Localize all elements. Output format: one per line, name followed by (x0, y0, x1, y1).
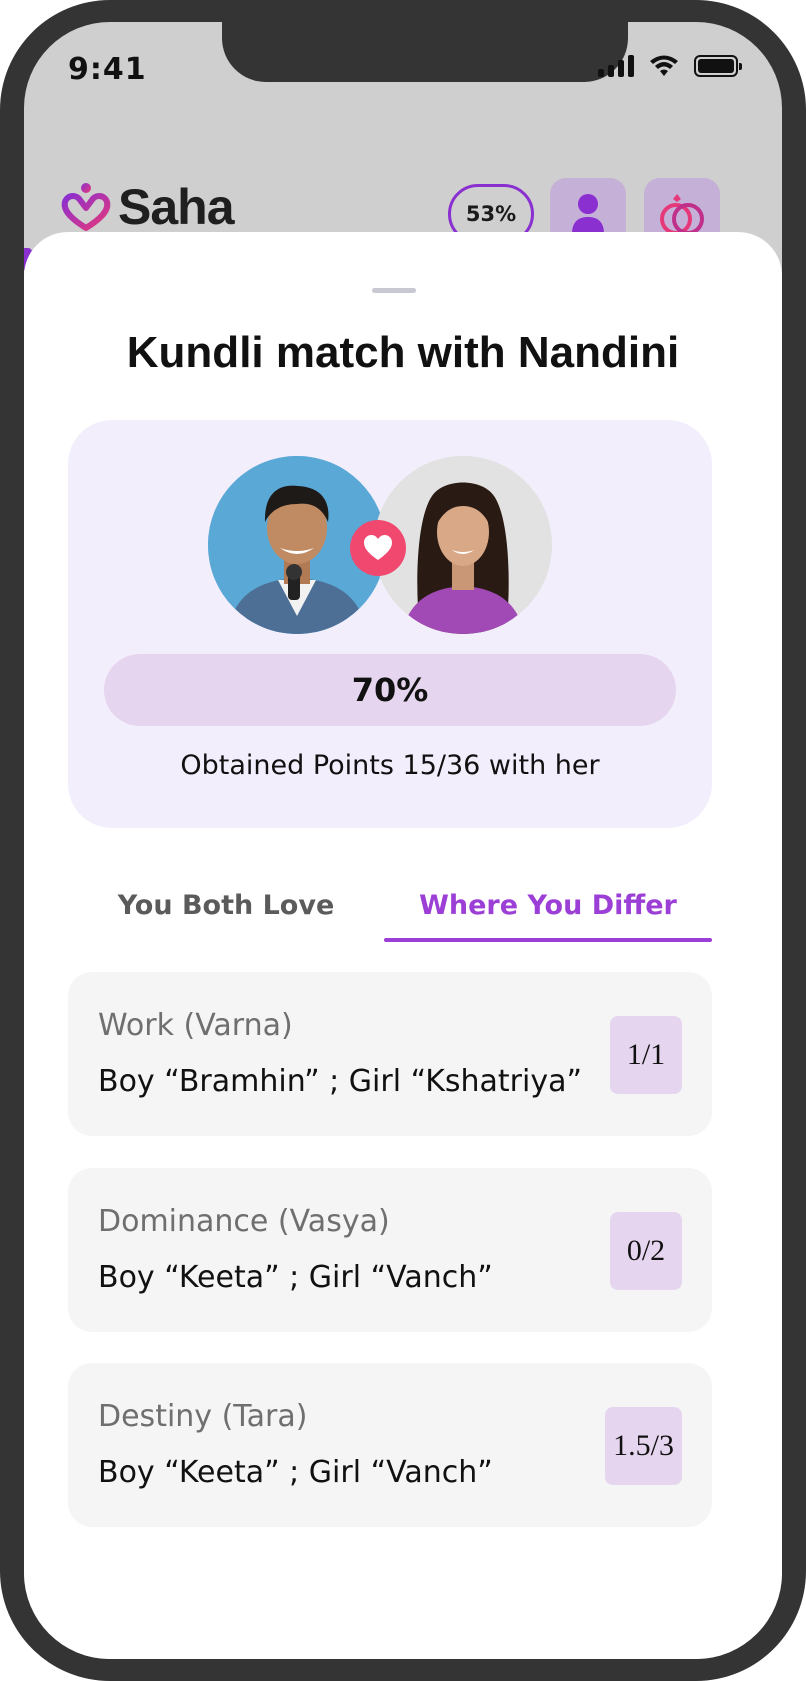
match-tabs: You Both Love Where You Differ (68, 872, 712, 946)
phone-frame: 9:41 Saha 53% Kundli match with Nandini … (0, 0, 806, 1681)
item-title: Destiny (Tara) (98, 1399, 308, 1434)
item-title: Dominance (Vasya) (98, 1204, 390, 1239)
item-detail: Boy “Keeta” ; Girl “Vanch” (98, 1455, 493, 1490)
drag-handle[interactable] (372, 288, 416, 293)
tab-you-both-love[interactable]: You Both Love (68, 872, 384, 938)
phone-screen: 9:41 Saha 53% Kundli match with Nandini … (24, 22, 782, 1659)
item-score-badge: 0/2 (610, 1212, 682, 1290)
status-time: 9:41 (68, 52, 147, 87)
compatibility-score: 70% (351, 671, 429, 709)
signal-icon (598, 55, 634, 77)
kundli-sheet: Kundli match with Nandini 70% Obtained P… (24, 232, 782, 1659)
match-summary-card: 70% Obtained Points 15/36 with her (68, 420, 712, 828)
list-item[interactable]: Destiny (Tara) Boy “Keeta” ; Girl “Vanch… (68, 1363, 712, 1527)
notch (222, 22, 628, 82)
rings-icon (660, 194, 704, 235)
item-title: Work (Varna) (98, 1008, 293, 1043)
list-item[interactable]: Dominance (Vasya) Boy “Keeta” ; Girl “Va… (68, 1168, 712, 1332)
heart-badge (350, 520, 406, 576)
compatibility-score-bar: 70% (104, 654, 676, 726)
item-detail: Boy “Keeta” ; Girl “Vanch” (98, 1260, 493, 1295)
heart-icon (364, 535, 392, 560)
wifi-icon (650, 55, 678, 76)
person-icon (572, 194, 604, 234)
page-title: Kundli match with Nandini (126, 328, 680, 377)
list-item[interactable]: Work (Varna) Boy “Bramhin” ; Girl “Kshat… (68, 972, 712, 1136)
active-tab-indicator (384, 938, 712, 942)
item-score-badge: 1.5/3 (605, 1407, 682, 1485)
brand-logo[interactable]: Saha (60, 178, 235, 236)
tab-where-you-differ[interactable]: Where You Differ (384, 872, 712, 938)
points-summary: Obtained Points 15/36 with her (180, 750, 600, 781)
item-detail: Boy “Bramhin” ; Girl “Kshatriya” (98, 1064, 583, 1099)
brand-name: Saha (118, 179, 235, 235)
saha-heart-logo-icon (61, 183, 111, 231)
battery-icon (694, 55, 742, 77)
status-icons (598, 54, 742, 78)
item-score-badge: 1/1 (610, 1016, 682, 1094)
